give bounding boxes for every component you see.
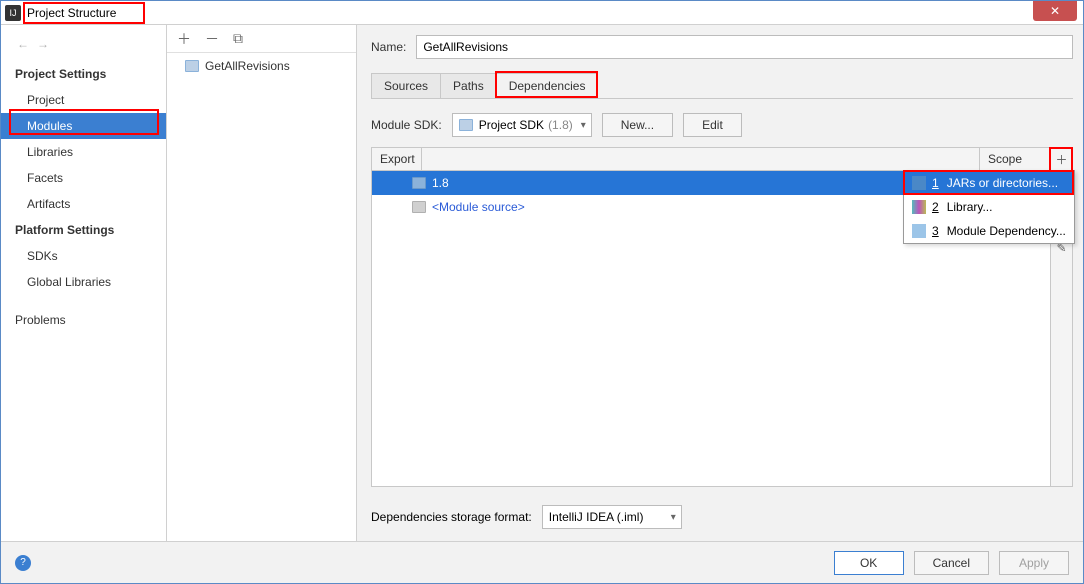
library-icon xyxy=(912,200,926,214)
tab-sources[interactable]: Sources xyxy=(371,73,441,98)
dialog-button-bar: ? OK Cancel Apply xyxy=(1,541,1083,583)
module-sdk-value-prefix: Project SDK xyxy=(479,118,544,132)
forward-arrow-icon[interactable]: → xyxy=(37,37,49,51)
name-label: Name: xyxy=(371,40,406,54)
popup-item-num: 3 xyxy=(932,224,939,238)
module-folder-icon xyxy=(185,60,199,72)
add-module-icon[interactable]: ＋ xyxy=(177,29,191,49)
module-sdk-combo[interactable]: Project SDK (1.8) ▾ xyxy=(452,113,592,137)
back-arrow-icon[interactable]: ← xyxy=(17,37,29,51)
popup-item-label: Library... xyxy=(947,200,993,214)
apply-button[interactable]: Apply xyxy=(999,551,1069,575)
popup-item-num: 1 xyxy=(932,176,939,190)
copy-module-icon[interactable]: ⧉ xyxy=(233,30,243,47)
storage-format-row: Dependencies storage format: IntelliJ ID… xyxy=(371,497,1073,541)
module-editor-panel: Name: Sources Paths Dependencies Module … xyxy=(357,25,1083,541)
add-dependency-button[interactable]: ＋ xyxy=(1050,148,1072,170)
tab-dependencies[interactable]: Dependencies xyxy=(497,73,599,98)
cancel-button[interactable]: Cancel xyxy=(914,551,989,575)
sidebar-item-project[interactable]: Project xyxy=(1,87,166,113)
storage-format-label: Dependencies storage format: xyxy=(371,510,532,524)
source-folder-icon xyxy=(412,201,426,213)
dependency-row-label: <Module source> xyxy=(432,200,525,214)
add-dependency-popup: 1 JARs or directories... 2 Library... 3 … xyxy=(903,170,1075,244)
chevron-down-icon: ▾ xyxy=(671,512,676,523)
popup-item-module-dependency[interactable]: 3 Module Dependency... xyxy=(904,219,1074,243)
module-tree-item-label: GetAllRevisions xyxy=(205,59,290,73)
name-row: Name: xyxy=(371,35,1073,59)
sidebar-item-problems[interactable]: Problems xyxy=(1,307,166,333)
module-tree-panel: ＋ － ⧉ GetAllRevisions xyxy=(167,25,357,541)
close-icon: ✕ xyxy=(1050,4,1060,18)
title-bar: IJ Project Structure ✕ xyxy=(1,1,1083,25)
tree-toolbar: ＋ － ⧉ xyxy=(167,25,356,53)
app-icon: IJ xyxy=(5,5,21,21)
module-sdk-row: Module SDK: Project SDK (1.8) ▾ New... E… xyxy=(371,99,1073,147)
sidebar-cat-platform-settings: Platform Settings xyxy=(1,217,166,243)
sidebar-cat-project-settings: Project Settings xyxy=(1,61,166,87)
module-dep-icon xyxy=(912,224,926,238)
module-sdk-value-suffix: (1.8) xyxy=(548,118,573,132)
storage-format-value: IntelliJ IDEA (.iml) xyxy=(549,510,644,524)
settings-sidebar: ← → Project Settings Project Modules Lib… xyxy=(1,25,167,541)
col-name xyxy=(422,148,980,170)
tab-paths[interactable]: Paths xyxy=(441,73,497,98)
window-close-button[interactable]: ✕ xyxy=(1033,1,1077,21)
sdk-folder-icon xyxy=(459,119,473,131)
module-tree-item[interactable]: GetAllRevisions xyxy=(167,53,356,79)
nav-arrows: ← → xyxy=(1,31,166,61)
content-area: ← → Project Settings Project Modules Lib… xyxy=(1,25,1083,541)
popup-item-label: Module Dependency... xyxy=(947,224,1066,238)
module-sdk-label: Module SDK: xyxy=(371,118,442,132)
col-export[interactable]: Export xyxy=(372,148,422,170)
window-title: Project Structure xyxy=(27,6,116,20)
dependencies-table-header: Export Scope ＋ xyxy=(372,148,1072,171)
edit-sdk-button[interactable]: Edit xyxy=(683,113,742,137)
module-tabs: Sources Paths Dependencies xyxy=(371,73,1073,99)
sdk-row-folder-icon xyxy=(412,177,426,189)
sidebar-item-libraries[interactable]: Libraries xyxy=(1,139,166,165)
jars-icon xyxy=(912,176,926,190)
ok-button[interactable]: OK xyxy=(834,551,904,575)
sidebar-item-sdks[interactable]: SDKs xyxy=(1,243,166,269)
popup-item-label: JARs or directories... xyxy=(947,176,1058,190)
sidebar-item-modules[interactable]: Modules xyxy=(1,113,166,139)
chevron-down-icon: ▾ xyxy=(581,120,586,131)
dependency-row-label: 1.8 xyxy=(432,176,449,190)
sidebar-item-global-libraries[interactable]: Global Libraries xyxy=(1,269,166,295)
sidebar-item-artifacts[interactable]: Artifacts xyxy=(1,191,166,217)
popup-item-jars[interactable]: 1 JARs or directories... xyxy=(904,171,1074,195)
sidebar-item-facets[interactable]: Facets xyxy=(1,165,166,191)
module-name-field[interactable] xyxy=(416,35,1073,59)
new-sdk-button[interactable]: New... xyxy=(602,113,673,137)
popup-item-library[interactable]: 2 Library... xyxy=(904,195,1074,219)
remove-module-icon[interactable]: － xyxy=(205,29,219,49)
help-button[interactable]: ? xyxy=(15,555,31,571)
storage-format-combo[interactable]: IntelliJ IDEA (.iml) ▾ xyxy=(542,505,682,529)
popup-item-num: 2 xyxy=(932,200,939,214)
col-scope[interactable]: Scope xyxy=(980,148,1050,170)
